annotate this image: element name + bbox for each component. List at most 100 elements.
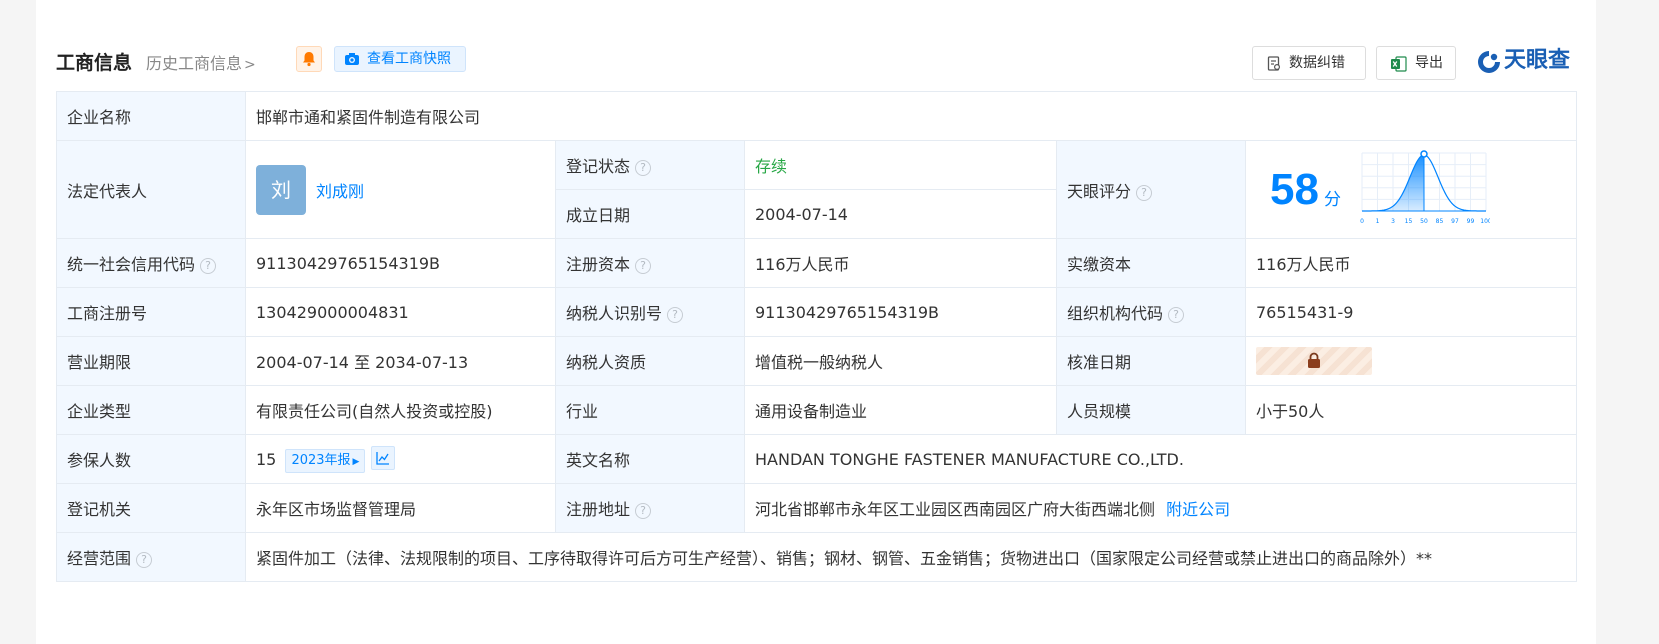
locked-value[interactable] <box>1256 347 1372 375</box>
business-info-table: 企业名称 邯郸市通和紧固件制造有限公司 法定代表人 刘刘成刚 登记状态? 存续 … <box>56 91 1578 582</box>
tick-label: 85 <box>1436 218 1444 225</box>
question-circle-icon[interactable]: ? <box>635 258 652 274</box>
term-value: 2004-07-14 至 2034-07-13 <box>245 336 556 386</box>
snapshot-label: 查看工商快照 <box>367 51 451 67</box>
english-name-label: 英文名称 <box>555 434 745 484</box>
authority-label: 登记机关 <box>56 483 246 533</box>
tick-label: 97 <box>1451 218 1459 225</box>
taxpayer-id-label-cell: 纳税人识别号? <box>555 287 745 337</box>
scope-label-cell: 经营范围? <box>56 532 246 582</box>
tick-label: 3 <box>1391 218 1395 225</box>
legal-rep-cell: 刘刘成刚 <box>245 140 556 239</box>
section-title: 工商信息 <box>56 52 133 74</box>
score-unit: 分 <box>1324 190 1341 210</box>
score-marker <box>1420 150 1428 158</box>
bell-icon <box>303 52 315 67</box>
staff-size-value: 小于50人 <box>1244 385 1578 435</box>
nearby-companies-link[interactable]: 附近公司 <box>1166 500 1230 519</box>
line-chart-icon <box>376 451 390 465</box>
table-row: 企业类型 有限责任公司(自然人投资或控股) 行业 通用设备制造业 人员规模 小于… <box>56 385 1578 435</box>
correction-label: 数据纠错 <box>1289 55 1345 71</box>
founded-value: 2004-07-14 <box>744 189 1057 239</box>
legal-rep-link[interactable]: 刘成刚 <box>316 182 364 201</box>
question-circle-icon[interactable]: ? <box>667 307 684 323</box>
trend-button[interactable] <box>371 445 396 470</box>
insured-label: 参保人数 <box>56 434 246 484</box>
table-row: 营业期限 2004-07-14 至 2034-07-13 纳税人资质 增值税一般… <box>56 336 1578 386</box>
table-row: 统一社会信用代码? 91130429765154319B 注册资本? 116万人… <box>56 238 1578 288</box>
credit-code-value: 91130429765154319B <box>245 238 556 288</box>
score-cell[interactable]: 58 分 0 1 3 15 50 85 97 99 100 <box>1244 140 1578 239</box>
credit-code-label: 统一社会信用代码 <box>67 255 196 274</box>
export-label: 导出 <box>1415 55 1443 71</box>
address-label-cell: 注册地址? <box>555 483 745 533</box>
score-value: 58 <box>1270 165 1319 214</box>
tick-label: 1 <box>1376 218 1380 225</box>
lock-icon <box>1308 352 1320 368</box>
question-circle-icon[interactable]: ? <box>136 552 153 568</box>
history-label: 历史工商信息 <box>146 54 243 73</box>
founded-label: 成立日期 <box>555 189 745 239</box>
bell-button[interactable] <box>296 46 322 72</box>
table-row: 登记机关 永年区市场监督管理局 注册地址? 河北省邯郸市永年区工业园区西南园区广… <box>56 483 1578 533</box>
question-circle-icon[interactable]: ? <box>635 503 652 519</box>
question-circle-icon[interactable]: ? <box>635 160 652 176</box>
tianyancha-logo-icon <box>1478 51 1500 73</box>
score-distribution-chart: 0 1 3 15 50 85 97 99 100 <box>1360 150 1490 225</box>
business-info-card: 工商信息 历史工商信息> 查看工商快照 数据纠错 导出 天眼查 企业名称 邯郸 <box>36 0 1596 644</box>
correction-button[interactable]: 数据纠错 <box>1252 46 1366 80</box>
paid-capital-value: 116万人民币 <box>1244 238 1578 288</box>
brand-name: 天眼查 <box>1504 48 1571 73</box>
taxpayer-id-value: 91130429765154319B <box>744 287 1057 337</box>
tax-quality-label: 纳税人资质 <box>555 336 745 386</box>
reg-capital-label: 注册资本 <box>566 255 631 274</box>
table-row: 工商注册号 130429000004831 纳税人识别号? 9113042976… <box>56 287 1578 337</box>
score-label-cell: 天眼评分? <box>1056 140 1246 239</box>
taxpayer-id-label: 纳税人识别号 <box>566 304 663 323</box>
authority-value: 永年区市场监督管理局 <box>245 483 556 533</box>
credit-code-label-cell: 统一社会信用代码? <box>56 238 246 288</box>
company-name-value: 邯郸市通和紧固件制造有限公司 <box>244 91 1578 141</box>
industry-value: 通用设备制造业 <box>744 385 1057 435</box>
scope-label: 经营范围 <box>67 549 132 568</box>
insured-value: 15 <box>256 449 277 469</box>
paid-capital-label: 实缴资本 <box>1056 238 1246 288</box>
chevron-right-icon: > <box>244 57 256 73</box>
table-row: 法定代表人 刘刘成刚 登记状态? 存续 天眼评分? 58 分 0 1 3 15 50 85… <box>56 140 1578 239</box>
excel-icon <box>1391 56 1407 72</box>
document-edit-icon <box>1267 56 1281 71</box>
reg-capital-label-cell: 注册资本? <box>555 238 745 288</box>
question-circle-icon[interactable]: ? <box>200 258 217 274</box>
question-circle-icon[interactable]: ? <box>1136 184 1153 201</box>
company-type-value: 有限责任公司(自然人投资或控股) <box>245 385 556 435</box>
tick-label: 99 <box>1467 218 1475 225</box>
annual-report-tag[interactable]: 2023年报 ▶ <box>285 448 366 473</box>
reg-status-label-cell: 登记状态? <box>555 140 745 190</box>
term-label: 营业期限 <box>56 336 246 386</box>
scope-value: 紧固件加工（法律、法规限制的项目、工序待取得许可后方可生产经营）、销售；钢材、钢… <box>244 532 1578 582</box>
legal-rep-label: 法定代表人 <box>56 140 246 239</box>
tick-label: 100 <box>1480 218 1490 225</box>
table-row: 参保人数 15 2023年报 ▶ 英文名称 HANDAN TONGHE FASTE… <box>56 434 1578 484</box>
avatar[interactable]: 刘 <box>256 164 306 215</box>
org-code-label-cell: 组织机构代码? <box>1056 287 1246 337</box>
question-circle-icon[interactable]: ? <box>1168 307 1185 323</box>
table-row: 经营范围? 紧固件加工（法律、法规限制的项目、工序待取得许可后方可生产经营）、销… <box>56 532 1578 582</box>
snapshot-button[interactable]: 查看工商快照 <box>334 46 466 72</box>
camera-icon <box>345 53 359 65</box>
caret-right-icon: ▶ <box>352 456 360 467</box>
english-name-value: HANDAN TONGHE FASTENER MANUFACTURE CO.,L… <box>743 434 1578 484</box>
reg-capital-value: 116万人民币 <box>744 238 1057 288</box>
export-button[interactable]: 导出 <box>1376 46 1456 80</box>
insured-cell: 15 2023年报 ▶ <box>245 434 556 484</box>
tick-label: 0 <box>1360 218 1364 225</box>
company-type-label: 企业类型 <box>56 385 246 435</box>
company-name-label: 企业名称 <box>56 91 246 141</box>
brand-logo: 天眼查 <box>1476 46 1570 76</box>
approval-date-cell <box>1244 336 1578 386</box>
biz-reg-no-label: 工商注册号 <box>56 287 246 337</box>
annual-report-label: 2023年报 <box>291 452 351 468</box>
org-code-value: 76515431-9 <box>1244 287 1578 337</box>
section-header: 工商信息 历史工商信息 > 查看工商快照 数据纠错 导出 天眼查 <box>56 44 1576 80</box>
history-link[interactable]: 历史工商信息 > <box>146 50 256 74</box>
